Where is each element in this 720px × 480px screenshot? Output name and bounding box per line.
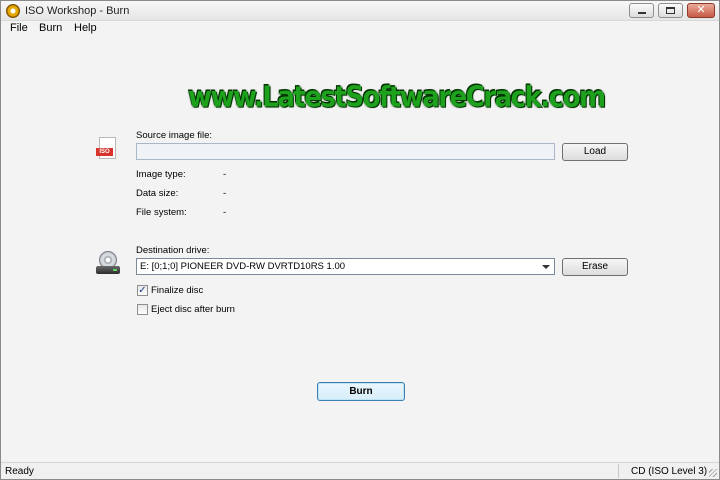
status-bar: Ready CD (ISO Level 3) — [1, 462, 719, 479]
burn-button[interactable]: Burn — [317, 382, 405, 401]
image-type-value: - — [223, 169, 227, 180]
menu-bar: File Burn Help — [1, 21, 719, 36]
iso-workshop-window: ISO Workshop - Burn ✕ File Burn Help www… — [0, 0, 720, 480]
title-bar[interactable]: ISO Workshop - Burn ✕ — [1, 1, 719, 21]
close-icon: ✕ — [696, 4, 706, 16]
iso-file-icon: ISO — [96, 137, 118, 161]
iso-badge: ISO — [96, 148, 113, 156]
status-divider — [618, 464, 619, 478]
data-size-value: - — [223, 188, 227, 199]
eject-disc-checkbox[interactable] — [137, 304, 148, 315]
close-button[interactable]: ✕ — [687, 3, 715, 18]
maximize-button[interactable] — [658, 3, 683, 18]
app-disc-icon[interactable] — [6, 4, 20, 18]
status-text: Ready — [5, 466, 34, 477]
finalize-disc-checkbox[interactable]: ✓ — [137, 285, 148, 296]
destination-drive-value: E: [0;1;0] PIONEER DVD-RW DVRTD10RS 1.00 — [140, 261, 346, 272]
optical-drive-icon — [96, 251, 120, 277]
finalize-disc-label[interactable]: Finalize disc — [151, 285, 203, 296]
load-button[interactable]: Load — [562, 143, 628, 161]
source-image-input[interactable] — [136, 143, 555, 160]
checkmark-icon: ✓ — [138, 285, 147, 296]
window-title: ISO Workshop - Burn — [25, 5, 130, 17]
chevron-down-icon — [541, 264, 550, 269]
maximize-icon — [666, 7, 675, 14]
file-system-value: - — [223, 207, 227, 218]
erase-button[interactable]: Erase — [562, 258, 628, 276]
menu-help[interactable]: Help — [74, 22, 97, 34]
drive-led — [113, 269, 117, 271]
minimize-button[interactable] — [629, 3, 654, 18]
eject-disc-label[interactable]: Eject disc after burn — [151, 304, 235, 315]
destination-drive-select[interactable]: E: [0;1;0] PIONEER DVD-RW DVRTD10RS 1.00 — [136, 258, 555, 275]
resize-grip[interactable] — [709, 469, 717, 477]
data-size-label: Data size: — [136, 188, 179, 199]
file-system-label: File system: — [136, 207, 187, 218]
media-type-status: CD (ISO Level 3) — [631, 466, 708, 477]
menu-file[interactable]: File — [10, 22, 28, 34]
source-image-label: Source image file: — [136, 130, 213, 141]
destination-drive-label: Destination drive: — [136, 245, 210, 256]
dropdown-arrow-button[interactable] — [538, 260, 553, 273]
drive-body-shape — [96, 266, 120, 274]
menu-burn[interactable]: Burn — [39, 22, 62, 34]
image-type-label: Image type: — [136, 169, 186, 180]
minimize-icon — [637, 12, 646, 14]
watermark-text: www.LatestSoftwareCrack.com — [188, 81, 606, 114]
